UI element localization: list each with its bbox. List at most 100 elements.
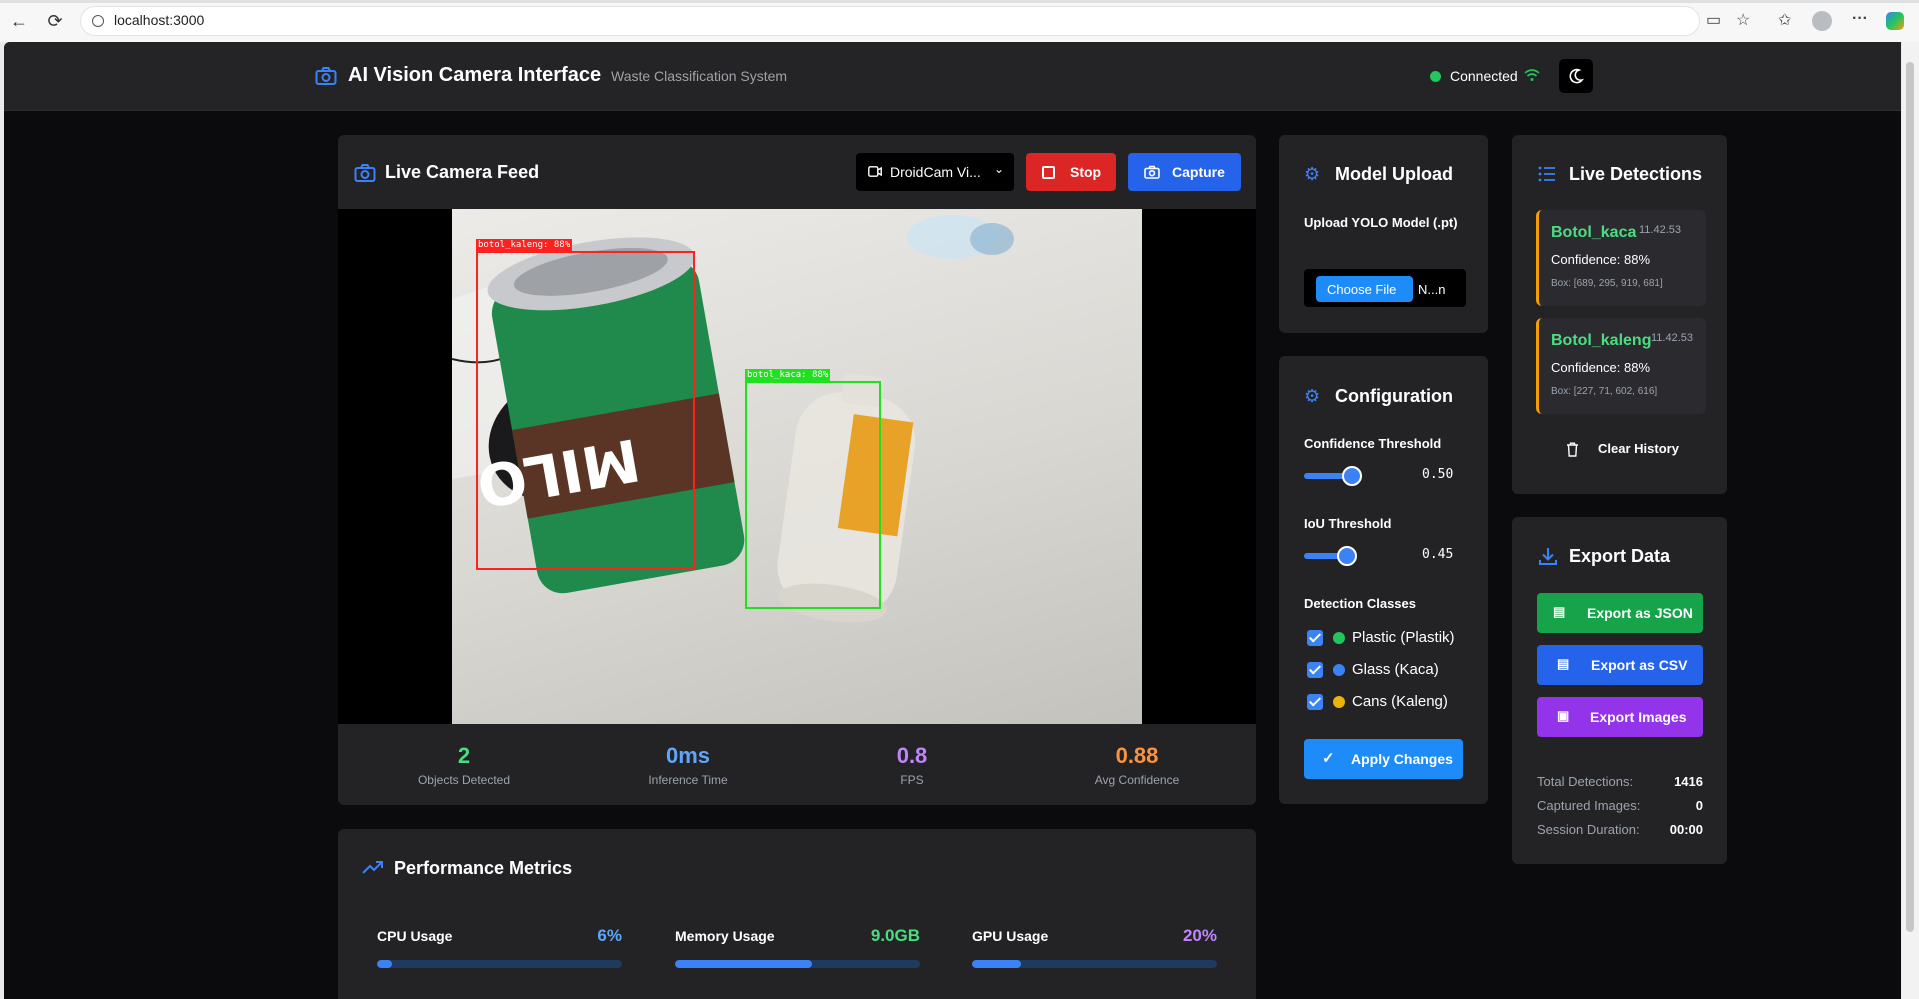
gpu-label: GPU Usage [972, 928, 1049, 944]
total-detections-label: Total Detections: [1537, 774, 1634, 789]
stat-inference-label: Inference Time [648, 773, 728, 787]
export-json-label: Export as JSON [1587, 605, 1693, 621]
cpu-bar-fill [377, 960, 392, 968]
iou-threshold-label: IoU Threshold [1304, 516, 1392, 531]
plastic-class-label: Plastic (Plastik) [1352, 629, 1455, 646]
detection-item-time: 11.42.53 [1651, 332, 1694, 344]
moon-icon [1569, 68, 1584, 84]
memory-value: 9.0GB [870, 926, 920, 945]
back-icon[interactable]: ← [8, 10, 30, 32]
memory-bar [675, 960, 920, 968]
clear-history-button[interactable]: Clear History [1556, 432, 1706, 466]
detection-item: Botol_kaca 11.42.53 Confidence: 88% Box:… [1536, 210, 1706, 306]
performance-card [338, 829, 1256, 999]
profile-avatar[interactable] [1812, 11, 1832, 31]
gpu-bar-fill [972, 960, 1021, 968]
camera-icon [1144, 165, 1160, 179]
favorites-icon[interactable]: ✩ [1778, 10, 1791, 30]
stat-objects-value: 2 [457, 743, 471, 768]
detection-item-box: Box: [227, 71, 602, 616] [1551, 386, 1658, 397]
download-icon [1539, 548, 1557, 565]
cpu-value: 6% [597, 926, 622, 945]
glass-class-label: Glass (Kaca) [1352, 661, 1439, 678]
list-icon [1538, 166, 1555, 182]
confidence-slider-handle[interactable] [1342, 466, 1362, 486]
file-input[interactable]: Choose File N...n [1304, 269, 1466, 307]
apply-changes-button[interactable]: ✓ Apply Changes [1304, 739, 1463, 779]
file-icon: ▤ [1553, 604, 1566, 619]
capture-label: Capture [1172, 164, 1225, 180]
stat-confidence-value: 0.88 [1115, 743, 1159, 768]
reload-icon[interactable]: ⟳ [44, 10, 66, 32]
captured-images-label: Captured Images: [1537, 798, 1641, 813]
plastic-checkbox[interactable] [1307, 630, 1323, 646]
gear-icon: ⚙ [1304, 164, 1321, 184]
check-icon: ✓ [1322, 750, 1335, 767]
more-menu-icon[interactable]: ··· [1852, 10, 1868, 28]
export-data-title: Export Data [1569, 546, 1671, 566]
cpu-bar [377, 960, 622, 968]
selected-file-name: N...n [1418, 282, 1446, 297]
browser-toolbar: ← ⟳ localhost:3000 ▭ ☆ ✩ ··· [0, 0, 1919, 42]
session-duration-label: Session Duration: [1537, 822, 1640, 837]
configuration-title: Configuration [1335, 386, 1453, 406]
file-icon: ▤ [1557, 656, 1570, 671]
export-csv-label: Export as CSV [1591, 657, 1688, 673]
session-duration-value: 00:00 [1669, 822, 1703, 837]
live-detections-title: Live Detections [1569, 164, 1703, 184]
address-bar[interactable] [80, 6, 1700, 36]
scrollbar-thumb[interactable] [1906, 62, 1914, 932]
apply-changes-label: Apply Changes [1351, 751, 1453, 767]
camera-icon [315, 67, 337, 85]
export-images-label: Export Images [1590, 709, 1687, 725]
detection-label-kaleng: botol_kaleng: 88% [476, 239, 573, 251]
cans-checkbox[interactable] [1307, 694, 1323, 710]
iou-threshold-value: 0.45 [1422, 547, 1454, 562]
export-csv-button[interactable]: ▤ Export as CSV [1537, 645, 1703, 685]
trash-icon [1567, 442, 1578, 457]
camera-device-select[interactable]: DroidCam Vi... ⌄ [856, 153, 1014, 191]
theme-toggle-button[interactable] [1559, 59, 1593, 93]
camera-permission-icon[interactable]: ▭ [1706, 10, 1721, 30]
camera-icon [354, 164, 376, 182]
camera-device-label: DroidCam Vi... [890, 164, 981, 180]
choose-file-button[interactable]: Choose File [1316, 276, 1413, 302]
detection-item-name: Botol_kaleng [1551, 332, 1652, 349]
site-info-icon[interactable] [92, 15, 104, 27]
bookmark-star-icon[interactable]: ☆ [1736, 10, 1750, 30]
copilot-icon[interactable] [1886, 12, 1904, 30]
export-images-button[interactable]: ▣ Export Images [1537, 697, 1703, 737]
detection-box-kaleng [476, 251, 695, 570]
choose-file-label: Choose File [1327, 282, 1397, 297]
detection-classes-label: Detection Classes [1304, 596, 1416, 611]
detection-item-confidence: Confidence: 88% [1551, 252, 1651, 267]
stat-confidence-label: Avg Confidence [1094, 773, 1180, 787]
url-text: localhost:3000 [114, 12, 205, 28]
memory-label: Memory Usage [675, 928, 775, 944]
captured-images-value: 0 [1695, 798, 1703, 813]
stop-button[interactable]: Stop [1026, 153, 1116, 191]
page-scrollbar[interactable] [1902, 42, 1919, 999]
connection-status-dot [1430, 71, 1441, 82]
glass-checkbox[interactable] [1307, 662, 1323, 678]
trending-up-icon [362, 861, 383, 874]
gpu-bar [972, 960, 1217, 968]
stop-label: Stop [1070, 164, 1102, 180]
app-header: AI Vision Camera Interface Waste Classif… [4, 42, 1901, 111]
confidence-threshold-value: 0.50 [1422, 467, 1454, 482]
stat-fps-value: 0.8 [896, 743, 928, 768]
export-json-button[interactable]: ▤ Export as JSON [1537, 593, 1703, 633]
confidence-threshold-label: Confidence Threshold [1304, 436, 1442, 451]
capture-button[interactable]: Capture [1128, 153, 1241, 191]
detection-label-kaca: botol_kaca: 88% [745, 369, 831, 381]
detection-item-confidence: Confidence: 88% [1551, 360, 1651, 375]
cpu-label: CPU Usage [377, 928, 453, 944]
iou-slider-handle[interactable] [1337, 546, 1357, 566]
tab-strip [0, 0, 1919, 3]
stat-objects-label: Objects Detected [417, 773, 511, 787]
camera-video-feed: MILO botol_kaleng: 88% botol_kaca: 88% [338, 209, 1256, 724]
stat-inference-value: 0ms [665, 743, 711, 768]
wifi-icon [1524, 69, 1540, 81]
glass-color-dot [1333, 664, 1345, 676]
detection-box-kaca [745, 381, 881, 609]
